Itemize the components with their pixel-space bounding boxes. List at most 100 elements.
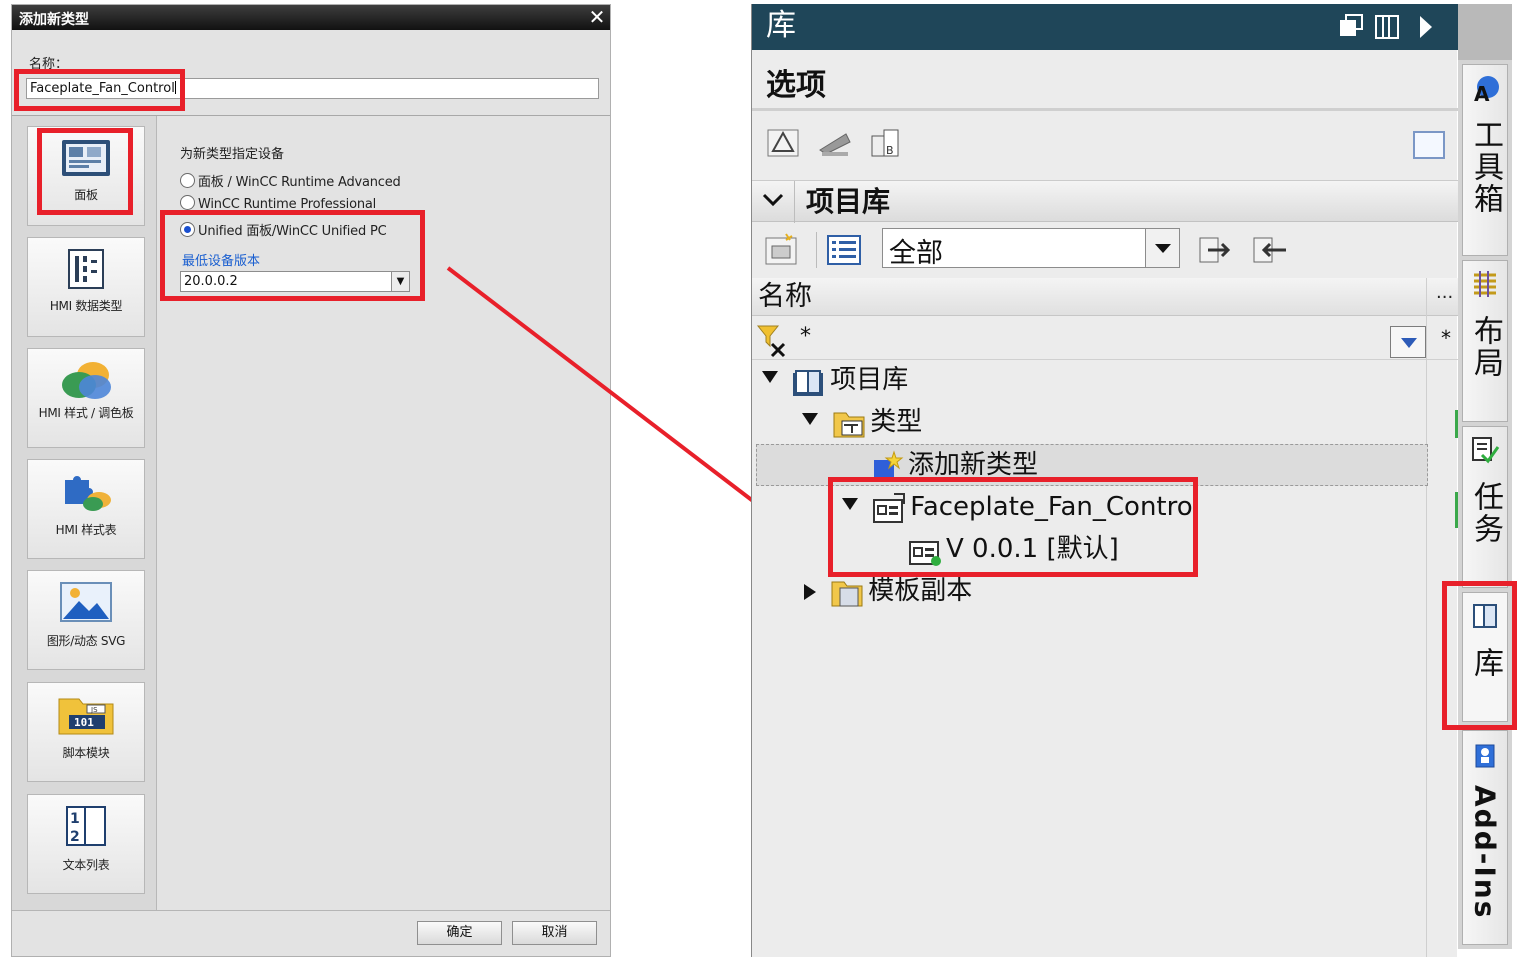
tree-item-label: 类型: [870, 407, 923, 437]
tree-item-master-copies[interactable]: 模板副本: [804, 571, 972, 611]
library-book-icon: [793, 369, 824, 396]
options-title: 选项: [766, 68, 826, 103]
tree-item-label: 模板副本: [868, 576, 973, 606]
category-graphic-svg-label: 图形/动态 SVG: [46, 634, 126, 648]
project-library-title: 项目库: [806, 185, 891, 218]
library-filter-select[interactable]: 全部: [882, 228, 1180, 269]
radio-button[interactable]: [180, 195, 195, 210]
clear-filter-icon[interactable]: [756, 322, 790, 358]
category-script-module-label: 脚本模块: [62, 746, 110, 760]
tree-item-label: 项目库: [830, 365, 909, 395]
category-hmi-datatype-label: HMI 数据类型: [49, 299, 123, 313]
tab-label: 工具箱: [1468, 119, 1503, 215]
expand-toggle-icon[interactable]: [802, 413, 818, 425]
cancel-button[interactable]: 取消: [512, 921, 597, 945]
category-hmi-style-palette-tile[interactable]: HMI 样式 / 调色板: [27, 348, 145, 448]
dropdown-arrow-icon[interactable]: [1145, 229, 1179, 267]
category-hmi-stylesheet-tile[interactable]: HMI 样式表: [27, 459, 145, 559]
open-global-library-icon: [767, 129, 799, 157]
toolbox-icon: A: [1474, 76, 1499, 103]
device-option-advanced[interactable]: 面板 / WinCC Runtime Advanced: [180, 171, 401, 190]
tree-item-label: 添加新类型: [908, 450, 1039, 480]
script-folder-icon: JS 101: [58, 698, 114, 735]
project-library-bar[interactable]: 项目库: [752, 180, 1458, 223]
text-list-icon: 1 2: [66, 806, 106, 846]
tab-label: 布局: [1468, 315, 1503, 379]
import-icon: [1253, 237, 1286, 263]
category-graphic-svg-tile[interactable]: 图形/动态 SVG: [27, 570, 145, 670]
chevron-down-icon[interactable]: [758, 185, 788, 217]
library-header: 库: [752, 4, 1458, 50]
dialog-title: 添加新类型: [19, 12, 89, 28]
highlight-tree-box: [828, 477, 1198, 577]
hmi-datatype-icon: [68, 249, 104, 289]
svg-text:101: 101: [74, 716, 94, 729]
column-header: 名称 ...: [752, 278, 1458, 316]
device-option-label: 面板 / WinCC Runtime Advanced: [198, 175, 401, 190]
tree-item-types[interactable]: 类型: [802, 402, 922, 442]
collapse-arrow-icon: [1420, 16, 1432, 38]
library-title: 库: [766, 8, 796, 43]
tab-toolbox[interactable]: A 工具箱: [1462, 64, 1508, 256]
svg-text:A: A: [1474, 82, 1490, 103]
tab-layout[interactable]: 布局: [1462, 260, 1508, 422]
category-hmi-style-palette-label: HMI 样式 / 调色板: [38, 406, 134, 420]
layout-icon: [1474, 271, 1496, 297]
tab-strip-top: [1458, 4, 1512, 60]
pointer-arrow: [446, 266, 786, 526]
highlight-panel-tile-box: [37, 128, 133, 215]
export-icon: [1199, 237, 1231, 263]
filter-text-2[interactable]: *: [1441, 326, 1451, 350]
highlight-device-box: [160, 210, 425, 301]
filter-row: * *: [752, 318, 1458, 360]
expand-toggle-icon[interactable]: [762, 371, 778, 383]
style-palette-icon: [62, 362, 111, 399]
tab-label: Add-Ins: [1468, 785, 1502, 920]
ok-button[interactable]: 确定: [417, 921, 502, 945]
highlight-library-tab-box: [1442, 581, 1517, 730]
column-more-icon[interactable]: ...: [1436, 282, 1453, 303]
stylesheet-puzzle-icon: [65, 476, 111, 511]
tasks-icon: [1472, 437, 1500, 464]
tab-label: 任务: [1468, 481, 1503, 545]
assign-device-label: 为新类型指定设备: [180, 147, 285, 162]
options-separator: [752, 108, 1458, 111]
addins-icon: [1475, 744, 1495, 768]
tab-tasks[interactable]: 任务: [1462, 426, 1508, 588]
svg-text:JS: JS: [90, 706, 98, 714]
svg-text:B: B: [886, 144, 894, 157]
tab-addins[interactable]: Add-Ins: [1462, 730, 1508, 945]
image-icon: [60, 582, 112, 622]
close-icon[interactable]: ✕: [588, 6, 606, 28]
category-text-list-label: 文本列表: [62, 858, 110, 872]
footer-separator: [12, 910, 610, 911]
filter-text[interactable]: *: [800, 324, 811, 349]
details-view-icon: [827, 235, 861, 265]
category-hmi-stylesheet-label: HMI 样式表: [55, 523, 117, 537]
float-window-icon: [1340, 14, 1363, 36]
type-category-panel: 面板 HMI 数据类型 HMI 样式 / 调色板 HMI 样式表 图形/动态 S…: [12, 116, 157, 910]
svg-text:2: 2: [70, 829, 80, 845]
dialog-titlebar: 添加新类型 ✕: [12, 5, 610, 30]
library-compare-icon: B: [871, 129, 899, 157]
options-toolbar: B: [767, 129, 1445, 159]
bar-divider: [794, 181, 795, 223]
svg-text:1: 1: [70, 811, 80, 827]
category-hmi-datatype-tile[interactable]: HMI 数据类型: [27, 237, 145, 337]
category-script-module-tile[interactable]: JS 101 脚本模块: [27, 682, 145, 782]
column-name-header[interactable]: 名称: [758, 278, 812, 316]
library-toolbar-right: [1199, 237, 1286, 263]
library-filter-value: 全部: [889, 238, 943, 269]
new-folder-icon: [765, 233, 797, 265]
column-divider: [1426, 278, 1427, 957]
filter-dropdown[interactable]: [1390, 326, 1426, 358]
tree-item-project-library[interactable]: 项目库: [762, 360, 908, 400]
types-folder-icon: [833, 412, 865, 437]
category-text-list-tile[interactable]: 1 2 文本列表: [27, 794, 145, 894]
expand-toggle-icon[interactable]: [804, 584, 816, 600]
radio-button[interactable]: [180, 173, 195, 188]
header-controls[interactable]: [1334, 12, 1444, 42]
library-view-toggle-icon: [1413, 131, 1445, 159]
library-toolbar-left: [765, 232, 861, 268]
split-view-icon: [1375, 15, 1399, 39]
